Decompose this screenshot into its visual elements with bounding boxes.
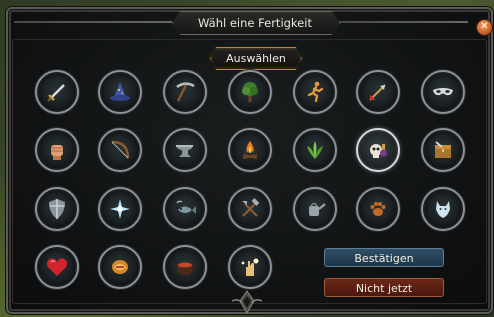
shield-icon <box>49 199 65 219</box>
campfire-icon <box>242 141 258 160</box>
sword-icon <box>47 84 65 102</box>
skill-construction[interactable] <box>228 187 272 231</box>
cooking-pot-icon <box>174 262 196 275</box>
decline-button[interactable]: Nicht jetzt <box>324 278 444 297</box>
skill-attack[interactable] <box>35 70 79 114</box>
skill-agility[interactable] <box>293 70 337 114</box>
skill-summoning[interactable] <box>421 187 465 231</box>
select-button[interactable]: Auswählen <box>210 47 302 70</box>
skill-herblore[interactable] <box>293 128 337 172</box>
skill-ranged[interactable] <box>98 128 142 172</box>
fishing-icon <box>176 200 196 214</box>
scroll-icon <box>112 260 128 274</box>
title-divider-left <box>14 21 172 23</box>
skill-hunter[interactable] <box>356 187 400 231</box>
tree-icon <box>242 82 258 102</box>
magic-hand-icon <box>241 258 259 276</box>
skill-fletching[interactable] <box>356 70 400 114</box>
heart-icon <box>46 258 68 276</box>
paw-icon <box>370 202 386 216</box>
bottom-ornament-icon <box>231 290 263 314</box>
mask-icon <box>433 88 453 96</box>
skill-slayer[interactable] <box>98 245 142 289</box>
wolf-icon <box>436 201 450 218</box>
skill-smithing[interactable] <box>163 128 207 172</box>
title-divider-right <box>338 21 468 23</box>
fist-icon <box>51 145 63 160</box>
close-icon[interactable]: ✕ <box>476 19 493 36</box>
skill-select-dialog: Wähl eine Fertigkeit ✕ Auswählen Bestäti… <box>6 7 493 314</box>
skill-magic[interactable] <box>98 70 142 114</box>
watering-can-icon <box>309 202 326 216</box>
skill-farming[interactable] <box>293 187 337 231</box>
skill-mining[interactable] <box>163 70 207 114</box>
skill-firemaking[interactable] <box>228 128 272 172</box>
arrow-icon <box>369 84 386 101</box>
skill-defence[interactable] <box>35 187 79 231</box>
skill-woodcutting[interactable] <box>228 70 272 114</box>
crossed-tools-icon <box>242 198 260 217</box>
anvil-icon <box>176 145 193 157</box>
running-figure-icon <box>307 81 324 103</box>
herb-leaves-icon <box>307 141 323 159</box>
skill-divination[interactable] <box>228 245 272 289</box>
skill-crafting[interactable] <box>421 128 465 172</box>
star-sparkle-icon <box>110 199 130 219</box>
dialog-title: Wähl eine Fertigkeit <box>198 16 312 30</box>
skull-potion-icon <box>370 144 387 158</box>
bow-icon <box>111 140 130 159</box>
skill-prayer[interactable] <box>356 128 400 172</box>
skill-cooking[interactable] <box>163 245 207 289</box>
crafting-chest-icon <box>435 141 451 158</box>
confirm-button[interactable]: Bestätigen <box>324 248 444 267</box>
skill-fishing[interactable] <box>163 187 207 231</box>
pickaxe-icon <box>176 82 195 102</box>
skill-constitution[interactable] <box>35 245 79 289</box>
skill-thieving[interactable] <box>421 70 465 114</box>
wizard-hat-icon <box>110 82 130 101</box>
skill-runecrafting[interactable] <box>98 187 142 231</box>
skill-strength[interactable] <box>35 128 79 172</box>
